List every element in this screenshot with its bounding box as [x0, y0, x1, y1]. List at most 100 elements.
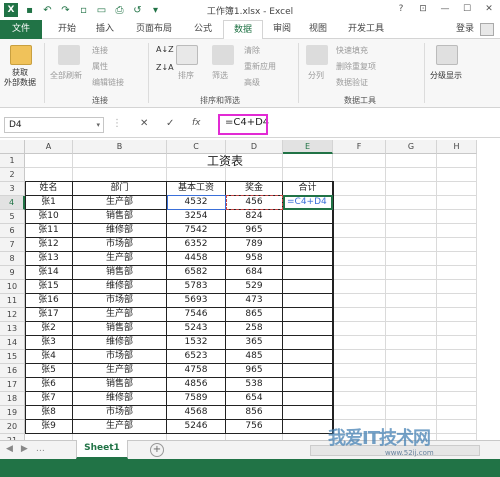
row-header[interactable]: 4 — [0, 196, 25, 210]
grid-cell[interactable] — [437, 238, 477, 252]
data-cell[interactable]: 6582 — [167, 266, 226, 280]
sort-button[interactable]: 排序 — [178, 70, 194, 81]
data-cell[interactable]: 张17 — [25, 308, 73, 322]
reapply-button[interactable]: 重新应用 — [244, 61, 276, 72]
row-header[interactable]: 13 — [0, 322, 25, 336]
column-header[interactable]: H — [437, 140, 477, 154]
row-header[interactable]: 5 — [0, 210, 25, 224]
grid-cell[interactable] — [437, 378, 477, 392]
data-cell[interactable]: 7589 — [167, 392, 226, 406]
remove-duplicates-button[interactable]: 删除重复项 — [336, 61, 376, 72]
column-header[interactable]: D — [226, 140, 283, 154]
data-cell[interactable]: 6523 — [167, 350, 226, 364]
data-cell[interactable]: 张5 — [25, 364, 73, 378]
avatar[interactable] — [480, 23, 494, 36]
grid-cell[interactable] — [333, 168, 386, 182]
grid-cell[interactable] — [386, 210, 437, 224]
data-cell[interactable]: 张2 — [25, 322, 73, 336]
close-icon[interactable]: ✕ — [478, 0, 500, 18]
grid-cell[interactable] — [333, 322, 386, 336]
data-cell[interactable]: 生产部 — [73, 364, 167, 378]
grid-cell[interactable] — [283, 154, 333, 168]
data-cell[interactable]: 789 — [226, 238, 283, 252]
data-cell[interactable]: 市场部 — [73, 350, 167, 364]
data-cell[interactable]: 市场部 — [73, 406, 167, 420]
data-cell[interactable]: 824 — [226, 210, 283, 224]
edit-links-button[interactable]: 编辑链接 — [92, 77, 124, 88]
grid-cell[interactable] — [333, 238, 386, 252]
grid-cell[interactable] — [386, 154, 437, 168]
column-header[interactable]: B — [73, 140, 167, 154]
data-cell[interactable] — [283, 210, 333, 224]
data-cell[interactable]: 538 — [226, 378, 283, 392]
clear-button[interactable]: 清除 — [244, 45, 260, 56]
sort-descending-button[interactable]: Z↓A — [156, 63, 174, 72]
scroll-right-icon[interactable]: ▶ — [21, 444, 28, 454]
data-cell[interactable]: 965 — [226, 224, 283, 238]
data-cell[interactable]: 456 — [226, 196, 283, 210]
data-cell[interactable]: 965 — [226, 364, 283, 378]
data-cell[interactable]: 258 — [226, 322, 283, 336]
grid-cell[interactable] — [333, 294, 386, 308]
tab-data[interactable]: 数据 — [223, 20, 263, 40]
data-cell[interactable]: 张3 — [25, 336, 73, 350]
data-cell[interactable]: 756 — [226, 420, 283, 434]
add-sheet-button[interactable]: + — [150, 443, 164, 457]
data-cell[interactable]: 张15 — [25, 280, 73, 294]
tab-view[interactable]: 视图 — [302, 20, 334, 39]
data-cell[interactable]: 张8 — [25, 406, 73, 420]
row-header[interactable]: 6 — [0, 224, 25, 238]
worksheet-grid[interactable]: ABCDEFGH 1 2 3 4 5 6 7 8 9 10 11 12 13 14 15 16 17 18 19 20… — [0, 140, 500, 440]
help-icon[interactable]: ? — [390, 0, 412, 18]
data-cell[interactable]: 张4 — [25, 350, 73, 364]
data-cell[interactable]: 485 — [226, 350, 283, 364]
grid-cell[interactable] — [73, 168, 167, 182]
name-box[interactable]: D4 ▾ — [4, 117, 104, 133]
column-header[interactable]: A — [25, 140, 73, 154]
grid-cell[interactable] — [386, 392, 437, 406]
maximize-icon[interactable]: ☐ — [456, 0, 478, 18]
grid-cell[interactable] — [73, 154, 167, 168]
data-cell[interactable]: 865 — [226, 308, 283, 322]
grid-cell[interactable] — [386, 252, 437, 266]
data-cell[interactable] — [283, 392, 333, 406]
grid-cell[interactable] — [333, 336, 386, 350]
tab-developer[interactable]: 开发工具 — [340, 20, 392, 39]
get-external-data-button[interactable]: 获取 外部数据 — [4, 68, 36, 88]
row-header[interactable]: 14 — [0, 336, 25, 350]
tab-file[interactable]: 文件 — [0, 20, 42, 39]
data-cell[interactable]: 4856 — [167, 378, 226, 392]
grid-cell[interactable] — [333, 364, 386, 378]
data-cell[interactable]: 生产部 — [73, 196, 167, 210]
header-cell[interactable]: 部门 — [73, 182, 167, 196]
row-header[interactable]: 16 — [0, 364, 25, 378]
data-cell[interactable]: 654 — [226, 392, 283, 406]
more-sheets-icon[interactable]: … — [36, 444, 45, 454]
data-cell[interactable] — [283, 378, 333, 392]
data-cell[interactable]: 销售部 — [73, 266, 167, 280]
tab-insert[interactable]: 插入 — [88, 20, 122, 39]
grid-cell[interactable] — [333, 210, 386, 224]
grid-cell[interactable] — [226, 168, 283, 182]
row-header[interactable]: 10 — [0, 280, 25, 294]
data-cell[interactable]: 张7 — [25, 392, 73, 406]
row-header[interactable]: 15 — [0, 350, 25, 364]
grid-cell[interactable] — [333, 308, 386, 322]
outline-button[interactable]: 分级显示 — [430, 70, 462, 81]
data-cell[interactable]: 7546 — [167, 308, 226, 322]
grid-cell[interactable] — [437, 322, 477, 336]
login-link[interactable]: 登录 — [456, 20, 474, 39]
row-header[interactable]: 8 — [0, 252, 25, 266]
grid-cell[interactable] — [437, 168, 477, 182]
grid-cell[interactable] — [386, 238, 437, 252]
grid-cell[interactable] — [386, 322, 437, 336]
row-header[interactable]: 19 — [0, 406, 25, 420]
connections-button[interactable]: 连接 — [92, 45, 108, 56]
data-validation-button[interactable]: 数据验证 — [336, 77, 368, 88]
grid-cell[interactable] — [333, 392, 386, 406]
header-cell[interactable]: 基本工资 — [167, 182, 226, 196]
grid-cell[interactable] — [437, 392, 477, 406]
data-cell[interactable] — [283, 224, 333, 238]
data-cell[interactable] — [283, 308, 333, 322]
header-cell[interactable]: 合计 — [283, 182, 333, 196]
